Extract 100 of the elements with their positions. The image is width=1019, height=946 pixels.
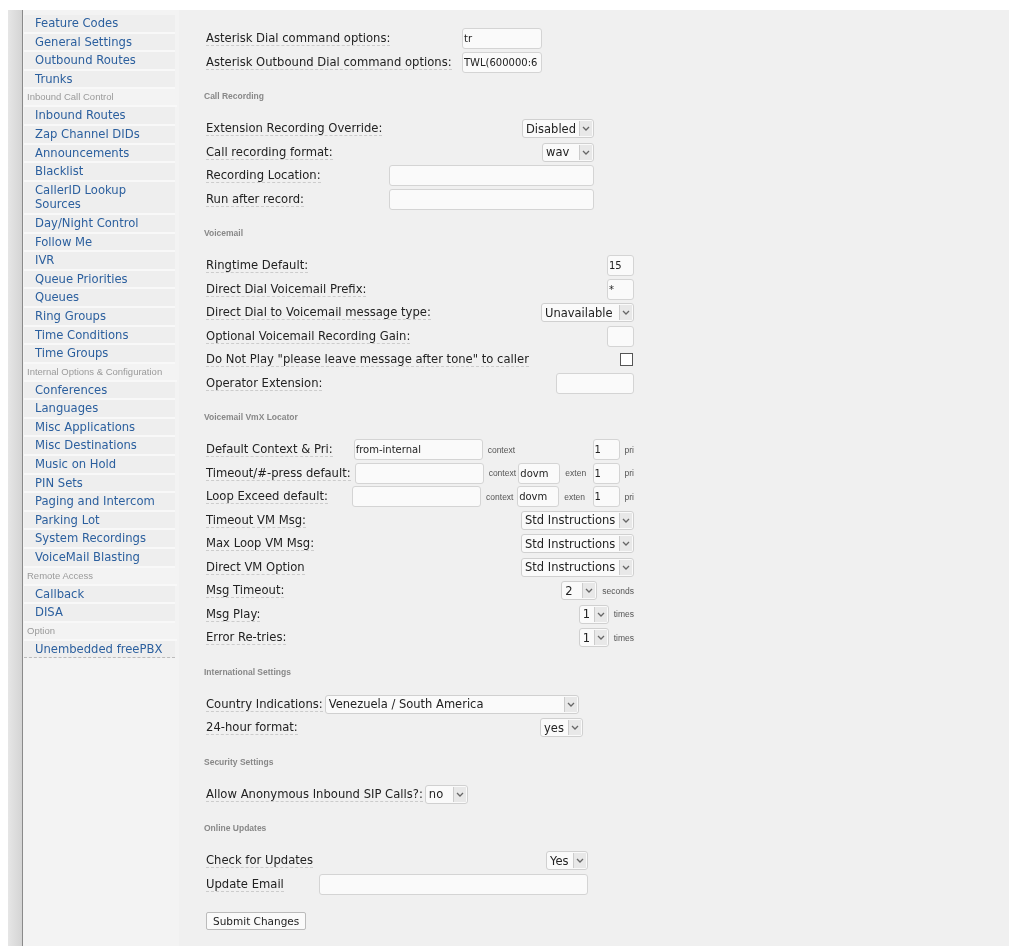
sidebar-link[interactable]: Paging and Intercom (24, 493, 175, 512)
caret-icon (579, 144, 592, 160)
sidebar-link[interactable]: Blacklist (24, 163, 175, 182)
field-label: Direct VM Option (206, 559, 305, 575)
text-field[interactable] (389, 188, 594, 210)
dropdown[interactable]: 1 (578, 628, 609, 648)
field-label: Allow Anonymous Inbound SIP Calls?: (206, 786, 423, 802)
caret-icon (573, 853, 586, 869)
text-field[interactable]: * (607, 278, 634, 300)
dropdown[interactable]: yes (540, 718, 583, 738)
caret-icon (619, 305, 632, 321)
dropdown[interactable]: Std Instructions (521, 534, 634, 554)
pri-field[interactable]: 1 (592, 462, 620, 484)
field-label: 24-hour format: (206, 720, 298, 736)
field-label: Loop Exceed default: (206, 489, 328, 505)
dropdown[interactable]: Unavailable (541, 303, 634, 323)
sidebar-link[interactable]: Inbound Routes (24, 107, 175, 126)
caret-icon (619, 536, 632, 552)
field-label: Direct Dial to Voicemail message type: (206, 305, 431, 321)
field-label: Update Email (206, 876, 284, 892)
caret-icon (563, 696, 577, 712)
pri-field[interactable]: 1 (592, 486, 620, 508)
field-label: Direct Dial Voicemail Prefix: (206, 281, 367, 297)
text-field[interactable]: tr (462, 28, 542, 50)
field-label: Max Loop VM Msg: (206, 536, 315, 552)
unit-label: exten (564, 491, 586, 502)
unit-label: times (613, 609, 634, 620)
exten-field[interactable]: dovm (517, 486, 560, 508)
field-label: Asterisk Outbound Dial command options: (206, 54, 452, 70)
unit-label: pri (624, 468, 634, 479)
unit-label: context (486, 491, 515, 502)
caret-icon (582, 583, 596, 599)
caret-icon (619, 559, 632, 575)
section-heading: International Settings (204, 666, 292, 677)
field-label: Msg Timeout: (206, 583, 285, 599)
dropdown[interactable]: Venezuela / South America (324, 694, 579, 714)
sidebar-link[interactable]: Queues (24, 289, 175, 308)
sidebar-link[interactable]: Outbound Routes (24, 52, 175, 71)
caret-icon (452, 786, 466, 802)
unit-label: context (488, 468, 518, 479)
caret-icon (619, 512, 632, 528)
field-label: Operator Extension: (206, 375, 323, 391)
section-heading: Online Updates (204, 823, 268, 833)
caret-icon (593, 606, 607, 622)
unit-label: pri (624, 491, 634, 502)
field-label: Ringtime Default: (206, 258, 309, 274)
unit-label: context (487, 444, 517, 455)
field-label: Error Re-tries: (206, 630, 287, 646)
pri-field[interactable]: 1 (592, 439, 620, 461)
section-heading: Security Settings (204, 756, 275, 767)
text-field[interactable] (607, 325, 634, 347)
text-field[interactable]: 15 (607, 255, 634, 277)
unit-label: pri (624, 444, 634, 455)
context-field[interactable] (352, 486, 482, 508)
section-heading: Voicemail (204, 228, 245, 238)
field-label: Asterisk Dial command options: (206, 31, 391, 47)
context-field[interactable]: from-internal (353, 439, 483, 461)
text-field[interactable] (556, 372, 634, 394)
field-label: Timeout/#-press default: (206, 465, 351, 481)
submit-button[interactable]: Submit Changes (206, 912, 307, 930)
dropdown[interactable]: 2 (561, 581, 598, 601)
field-label: Check for Updates (206, 853, 313, 869)
exten-field[interactable]: dovm (518, 462, 561, 484)
sidebar-link[interactable]: IVR (24, 252, 175, 271)
field-label: Timeout VM Msg: (206, 512, 306, 528)
sidebar-link[interactable]: Misc Destinations (24, 437, 175, 457)
field-label: Default Context & Pri: (206, 442, 333, 458)
section-heading: Call Recording (204, 91, 265, 101)
sidebar-link[interactable]: VoiceMail Blasting (24, 549, 175, 568)
text-field[interactable] (389, 165, 594, 187)
sidebar-link[interactable]: Languages (24, 400, 175, 419)
sidebar-link[interactable]: Feature Codes (24, 15, 175, 34)
dropdown[interactable]: no (424, 784, 468, 804)
caret-icon (593, 630, 607, 646)
field-label: Extension Recording Override: (206, 121, 383, 137)
caret-icon (579, 121, 592, 137)
context-field[interactable] (354, 462, 484, 484)
dropdown[interactable]: Std Instructions (521, 510, 634, 530)
unit-label: seconds (602, 585, 634, 596)
sidebar-link[interactable]: DISA (24, 604, 175, 623)
text-field[interactable]: TWL(600000:6 (462, 51, 542, 73)
field-label: Optional Voicemail Recording Gain: (206, 328, 411, 344)
field-label: Do Not Play "please leave message after tone" to caller (206, 352, 529, 368)
dropdown[interactable]: wav (542, 142, 594, 162)
checkbox[interactable] (620, 353, 633, 367)
unit-label: exten (565, 468, 588, 479)
field-label: Run after record: (206, 191, 304, 207)
dropdown[interactable]: Disabled (522, 119, 594, 139)
sidebar-link[interactable]: System Recordings (24, 530, 175, 550)
sidebar-link[interactable]: Music on Hold (24, 456, 175, 475)
field-label: Msg Play: (206, 606, 261, 622)
dropdown[interactable]: 1 (578, 604, 609, 624)
field-label: Call recording format: (206, 144, 333, 160)
unit-label: times (613, 632, 634, 643)
sidebar-link[interactable]: Time Groups (24, 345, 175, 364)
dropdown[interactable]: Std Instructions (521, 557, 634, 577)
caret-icon (568, 720, 581, 736)
text-field[interactable] (319, 873, 588, 895)
sidebar-link[interactable]: CallerID Lookup Sources (24, 181, 175, 215)
dropdown[interactable]: Yes (546, 851, 588, 871)
